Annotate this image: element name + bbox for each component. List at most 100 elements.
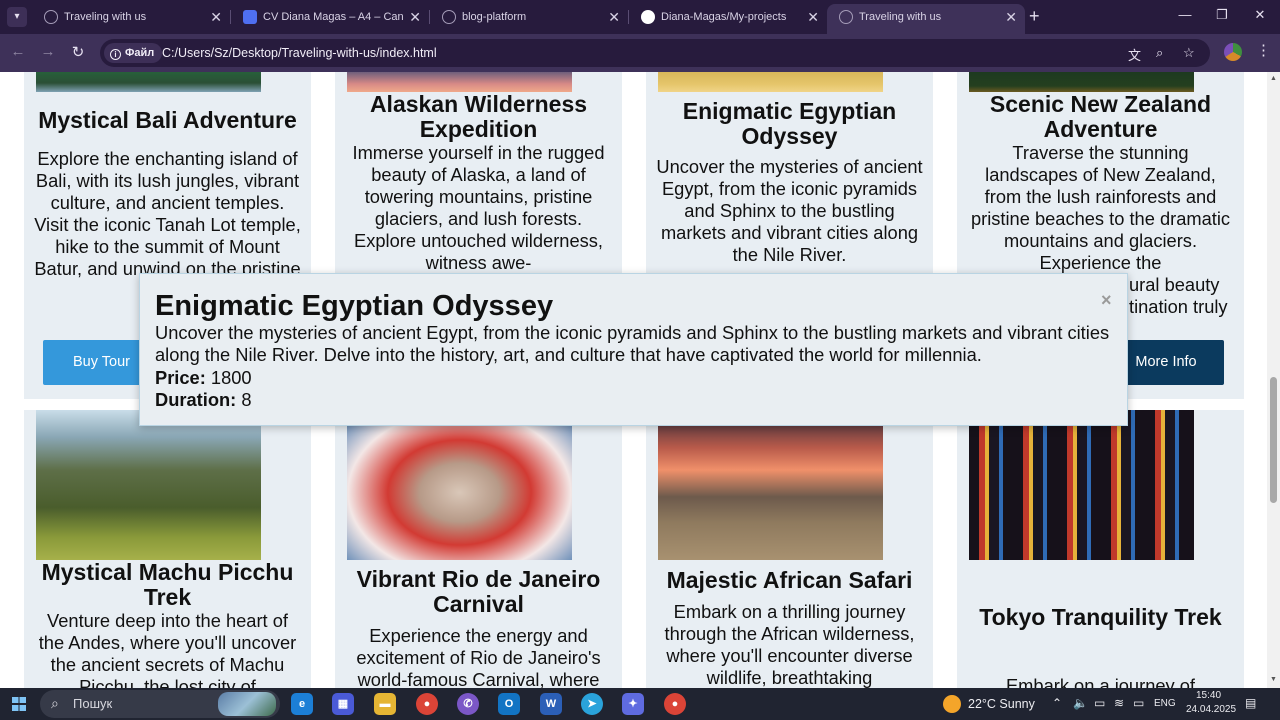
wifi-icon[interactable]: ≋ [1114, 696, 1124, 710]
tab-title: blog-platform [462, 11, 527, 23]
zoom-icon[interactable]: ⌕ [1156, 45, 1163, 61]
device-icon[interactable]: ▭ [1094, 696, 1105, 710]
viber-icon[interactable]: ✆ [457, 693, 479, 715]
search-icon: ⌕ [51, 695, 59, 711]
tour-description: Uncover the mysteries of ancient Egypt, … [656, 156, 923, 265]
tour-card-african-safari: Majestic African Safari Embark on a thri… [646, 410, 933, 688]
address-toolbar: ← → ↻ i Файл C:/Users/Sz/Desktop/Travelin… [0, 34, 1280, 72]
tab-close-icon[interactable]: ✕ [210, 9, 222, 26]
page-scrollbar[interactable]: ▲ ▼ [1267, 72, 1280, 688]
tour-image-rio [347, 410, 572, 560]
maximize-icon[interactable]: ❐ [1212, 7, 1232, 23]
bookmark-star-icon[interactable]: ☆ [1183, 45, 1195, 61]
tour-image-machu-picchu [36, 410, 261, 560]
globe-icon [839, 10, 853, 24]
duration-label: Duration: [155, 389, 237, 410]
tour-description-tail: tination truly [1129, 296, 1228, 317]
info-icon: i [110, 49, 121, 60]
tab-traveling-with-us-active[interactable]: Traveling with us ✕ [827, 4, 1025, 34]
tour-description-tail: ural beauty [1129, 274, 1220, 295]
windows-start-icon[interactable] [12, 697, 26, 711]
modal-close-icon[interactable]: × [1101, 290, 1112, 311]
tour-description: Immerse yourself in the rugged beauty of… [352, 142, 605, 273]
tour-description: Experience the energy and excitement of … [356, 625, 601, 688]
language-indicator[interactable]: ENG [1154, 698, 1176, 709]
site-chip-label: Файл [125, 47, 155, 59]
github-icon [641, 10, 655, 24]
store-icon[interactable]: ▦ [332, 693, 354, 715]
browser-tab-bar: ▾ Traveling with us ✕ CV Diana Magas – A… [0, 0, 1280, 34]
tab-canva-cv[interactable]: CV Diana Magas – A4 – Canva ✕ [231, 4, 429, 30]
clock-time[interactable]: 15:40 [1196, 690, 1221, 701]
word-icon[interactable]: W [540, 693, 562, 715]
profile-avatar[interactable] [1224, 43, 1242, 61]
weather-text[interactable]: 22°C Sunny [968, 697, 1035, 711]
scroll-up-arrow-icon[interactable]: ▲ [1270, 75, 1277, 82]
tab-close-icon[interactable]: ✕ [1005, 9, 1017, 26]
chrome-active-icon[interactable]: ● [664, 693, 686, 715]
tour-title: Mystical Bali Adventure [38, 107, 297, 133]
tab-search-menu-button[interactable]: ▾ [7, 7, 27, 27]
tour-title: Majestic African Safari [666, 567, 913, 593]
back-arrow-icon[interactable]: ← [9, 43, 27, 60]
tour-title: Enigmatic Egyptian Odyssey [682, 98, 897, 149]
browser-menu-icon[interactable]: ⋮ [1256, 41, 1271, 59]
canva-icon [243, 10, 257, 24]
chrome-icon[interactable]: ● [416, 693, 438, 715]
tab-github-projects[interactable]: Diana-Magas/My-projects ✕ [629, 4, 827, 30]
minimize-icon[interactable]: — [1175, 7, 1195, 22]
copilot-icon[interactable]: ✦ [622, 693, 644, 715]
modal-duration: Duration: 8 [155, 389, 252, 411]
battery-icon[interactable]: ▭ [1133, 696, 1144, 710]
scrollbar-thumb[interactable] [1270, 377, 1277, 503]
tour-card-machu-picchu: Mystical Machu Picchu Trek Venture deep … [24, 410, 311, 688]
tab-close-icon[interactable]: ✕ [807, 9, 819, 26]
notifications-icon[interactable]: ▤ [1245, 696, 1256, 710]
windows-taskbar: ⌕ Пошук e ▦ ▬ ● ✆ O W ➤ ✦ ● 22°C Sunny ⌃… [0, 688, 1280, 720]
tour-title: Mystical Machu Picchu Trek [41, 559, 294, 610]
modal-price: Price: 1800 [155, 367, 252, 389]
address-bar[interactable]: i Файл C:/Users/Sz/Desktop/Traveling-with… [100, 39, 1210, 67]
scroll-down-arrow-icon[interactable]: ▼ [1270, 676, 1277, 683]
volume-icon[interactable]: 🔈 [1073, 696, 1088, 710]
modal-title: Enigmatic Egyptian Odyssey [155, 290, 554, 322]
tour-title: Scenic New Zealand Adventure [989, 91, 1212, 142]
new-tab-button[interactable]: + [1029, 6, 1040, 27]
tour-card-rio: Vibrant Rio de Janeiro Carnival Experien… [335, 410, 622, 688]
outlook-icon[interactable]: O [498, 693, 520, 715]
translate-icon[interactable]: 文 [1128, 45, 1141, 64]
tour-title: Alaskan Wilderness Expedition [369, 91, 588, 142]
tour-image-egypt [658, 72, 883, 92]
price-label: Price: [155, 367, 206, 388]
reload-icon[interactable]: ↻ [69, 43, 87, 61]
edge-icon[interactable]: e [291, 693, 313, 715]
forward-arrow-icon[interactable]: → [39, 43, 57, 60]
tour-description: Embark on a journey of [1005, 675, 1195, 688]
tab-title: CV Diana Magas – A4 – Canva [263, 11, 403, 23]
modal-description: Uncover the mysteries of ancient Egypt, … [155, 322, 1110, 365]
tab-traveling-with-us-1[interactable]: Traveling with us ✕ [32, 4, 230, 30]
weather-sun-icon[interactable] [943, 695, 961, 713]
tour-description: Traverse the stunning landscapes of New … [970, 142, 1231, 273]
window-close-icon[interactable]: ✕ [1250, 7, 1270, 23]
tour-title: Vibrant Rio de Janeiro Carnival [356, 566, 601, 617]
tray-chevron-icon[interactable]: ⌃ [1052, 696, 1062, 710]
tour-title: Tokyo Tranquility Trek [979, 604, 1222, 630]
taskbar-search-box[interactable]: ⌕ Пошук [40, 690, 280, 718]
url-text[interactable]: C:/Users/Sz/Desktop/Traveling-with-us/in… [162, 46, 437, 60]
telegram-icon[interactable]: ➤ [581, 693, 603, 715]
clock-date[interactable]: 24.04.2025 [1186, 704, 1236, 715]
tour-image-african-safari [658, 410, 883, 560]
site-info-chip[interactable]: i Файл [104, 43, 163, 63]
tour-details-modal: Enigmatic Egyptian Odyssey × Uncover the… [139, 273, 1128, 426]
tour-image-new-zealand [969, 72, 1194, 92]
tour-card-tokyo: Tokyo Tranquility Trek Embark on a journ… [957, 410, 1244, 688]
tour-description: Embark on a thrilling journey through th… [664, 601, 915, 688]
tab-close-icon[interactable]: ✕ [608, 9, 620, 26]
file-explorer-icon[interactable]: ▬ [374, 693, 396, 715]
tab-title: Traveling with us [859, 11, 942, 23]
tab-close-icon[interactable]: ✕ [409, 9, 421, 26]
tour-image-bali [36, 72, 261, 92]
tab-title: Diana-Magas/My-projects [661, 11, 787, 23]
tab-blog-platform[interactable]: blog-platform ✕ [430, 4, 628, 30]
